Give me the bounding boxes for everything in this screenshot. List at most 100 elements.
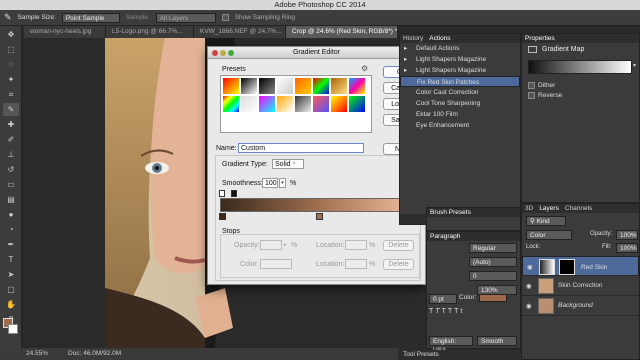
tab-layers[interactable]: Layers [539, 204, 559, 213]
opacity-stepper-icon[interactable]: ▸ [284, 242, 287, 248]
gradient-tool-icon[interactable]: ▤ [3, 193, 19, 206]
eyedropper-tool-icon[interactable]: ✎ [3, 103, 19, 116]
preset-swatch[interactable] [259, 78, 275, 94]
path-select-icon[interactable]: ➤ [3, 268, 19, 281]
tab-history[interactable]: History [403, 34, 423, 43]
tab-document[interactable]: L5-Logo.png @ 66.7%... [106, 26, 194, 38]
antialias-select[interactable]: Smooth [477, 336, 517, 346]
settings-gear-icon[interactable]: ⚙ [361, 64, 368, 73]
layer-row[interactable]: ◉ Red Skin [522, 256, 639, 276]
preset-swatch[interactable] [349, 96, 365, 112]
preset-swatch[interactable] [349, 78, 365, 94]
preset-swatch[interactable] [223, 78, 239, 94]
sample-size-select[interactable]: Point Sample [61, 12, 120, 23]
healing-tool-icon[interactable]: ✚ [3, 118, 19, 131]
preset-swatch[interactable] [331, 96, 347, 112]
crop-tool-icon[interactable]: ⌗ [3, 88, 19, 101]
preset-swatch[interactable] [331, 78, 347, 94]
history-brush-icon[interactable]: ↺ [3, 163, 19, 176]
language-select[interactable]: English: USA [429, 336, 473, 354]
layer-filter-select[interactable]: ⚲ Kind [526, 216, 566, 226]
quick-select-tool-icon[interactable]: ✦ [3, 73, 19, 86]
color-stop-left[interactable] [219, 213, 226, 220]
fill-input[interactable]: 100% [616, 243, 638, 253]
zoom-level[interactable]: 24.55% [26, 348, 48, 360]
list-item[interactable]: Ektar 100 Film [400, 109, 520, 120]
color-location-input[interactable] [345, 259, 367, 269]
stop-color-swatch[interactable] [260, 259, 292, 269]
name-input[interactable]: Custom [238, 143, 364, 153]
opacity-stop-mid[interactable] [231, 190, 237, 197]
opacity-input[interactable] [260, 240, 282, 250]
gradient-map-preview[interactable] [528, 60, 632, 74]
chevron-down-icon[interactable]: ▾ [633, 62, 636, 69]
preset-swatch[interactable] [277, 78, 293, 94]
brush-tool-icon[interactable]: ✐ [3, 133, 19, 146]
list-item[interactable]: Cool Tone Sharpening [400, 98, 520, 109]
leading-select[interactable]: (Auto) [469, 257, 517, 267]
blend-mode-select[interactable]: Color [526, 230, 572, 240]
list-item[interactable]: Color Cast Correction [400, 87, 520, 98]
sample-select[interactable]: All Layers [155, 12, 216, 23]
stamp-tool-icon[interactable]: ⊥ [3, 148, 19, 161]
type-tool-icon[interactable]: T [3, 253, 19, 266]
tab-3d[interactable]: 3D [525, 204, 533, 213]
reverse-checkbox[interactable] [528, 92, 535, 99]
close-icon[interactable] [212, 50, 218, 56]
list-item[interactable]: Eye Enhancement [400, 120, 520, 131]
tab-paragraph[interactable]: Paragraph [430, 232, 460, 241]
opacity-stop-left[interactable] [219, 190, 225, 197]
blur-tool-icon[interactable]: ● [3, 208, 19, 221]
smoothness-stepper-icon[interactable]: ▾ [279, 178, 286, 188]
eye-icon[interactable]: ◉ [527, 263, 533, 272]
preset-swatch[interactable] [295, 78, 311, 94]
background-color-swatch[interactable] [8, 324, 18, 334]
opacity-delete-button[interactable]: Delete [383, 240, 414, 251]
gradient-preview-bar[interactable] [220, 198, 418, 212]
color-delete-button[interactable]: Delete [383, 259, 414, 270]
tool-presets-tab[interactable]: Tool Presets [399, 350, 521, 360]
all-caps-icon[interactable]: TT [442, 308, 455, 315]
preset-swatch[interactable] [295, 96, 311, 112]
tab-document[interactable]: woman-nyc-heels.jpg [24, 26, 106, 38]
tab-actions[interactable]: Actions [429, 34, 450, 43]
layer-row[interactable]: ◉ Background [522, 296, 639, 316]
tab-channels[interactable]: Channels [565, 204, 592, 213]
move-tool-icon[interactable]: ✥ [3, 28, 19, 41]
opacity-location-input[interactable] [345, 240, 367, 250]
lasso-tool-icon[interactable]: ◌ [3, 58, 19, 71]
list-item[interactable]: ▸ Light Shapers Magazine [400, 54, 520, 65]
eye-icon[interactable]: ◉ [526, 302, 532, 310]
layer-row[interactable]: ◉ Skin Correction [522, 276, 639, 296]
preset-swatch[interactable] [241, 96, 257, 112]
small-caps-icon[interactable]: Tt [454, 308, 464, 315]
tracking-select[interactable]: 0 [469, 271, 517, 281]
list-item-selected[interactable]: Fix Red Skin Patches [400, 76, 520, 87]
preset-swatch[interactable] [223, 96, 239, 112]
preset-swatch[interactable] [277, 96, 293, 112]
dodge-tool-icon[interactable]: ◔ [3, 223, 19, 236]
preset-swatch[interactable] [313, 78, 329, 94]
text-color-swatch[interactable] [479, 294, 507, 302]
baseline-input[interactable]: 0 pt [429, 294, 457, 304]
shape-tool-icon[interactable]: ▢ [3, 283, 19, 296]
tab-document[interactable]: KVW_1866.NEF @ 24.7%... [194, 26, 286, 38]
eyedropper-icon[interactable]: ✎ [4, 12, 12, 23]
smoothness-input[interactable]: 100 [262, 178, 278, 188]
tab-brush-presets[interactable]: Brush Presets [430, 208, 471, 217]
dither-checkbox[interactable] [528, 82, 535, 89]
list-item[interactable]: ▸ Default Actions [400, 43, 520, 54]
pen-tool-icon[interactable]: ✒ [3, 238, 19, 251]
list-item[interactable]: ▸ Light Shapers Magazine [400, 65, 520, 76]
zoom-icon[interactable] [228, 50, 234, 56]
gradient-type-select[interactable]: Solid ⌃ [272, 159, 304, 169]
color-stop-mid[interactable] [316, 213, 323, 220]
show-sampling-ring-checkbox[interactable] [221, 14, 229, 21]
eye-icon[interactable]: ◉ [526, 282, 532, 290]
eraser-tool-icon[interactable]: ▭ [3, 178, 19, 191]
minimize-icon[interactable] [220, 50, 226, 56]
preset-swatch[interactable] [313, 96, 329, 112]
preset-swatch[interactable] [259, 96, 275, 112]
marquee-tool-icon[interactable]: ⬚ [3, 43, 19, 56]
tab-document-active[interactable]: Crop @ 24.6% (Red Skin, RGB/8*) * [286, 26, 398, 38]
